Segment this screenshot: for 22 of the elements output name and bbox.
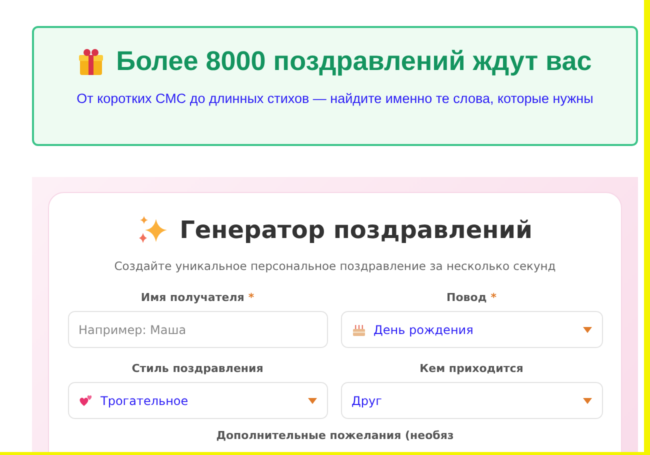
field-label: Кем приходится (420, 362, 524, 375)
cake-icon (352, 322, 366, 336)
required-mark: * (248, 291, 254, 304)
select-field[interactable]: День рождения (340, 311, 602, 348)
caret-icon (308, 398, 316, 404)
field-label: Стиль поздравления (132, 362, 264, 375)
banner-subtitle: От коротких СМС до длинных стихов — найдите именно те слова, которые нужны (76, 91, 594, 106)
gift-icon (78, 48, 104, 76)
field-label: Имя получателя (140, 291, 244, 304)
sparkles-icon (138, 215, 168, 245)
select-field[interactable]: Трогательное (68, 382, 328, 419)
generator-subtitle: Создайте уникальное персональное поздравление за несколько секунд (114, 259, 556, 273)
caret-icon (582, 398, 592, 404)
caret-icon (582, 326, 592, 332)
field-label: Дополнительные пожелания (необяз (216, 429, 454, 442)
banner-title: Более 8000 поздравлений ждут вас (116, 46, 592, 77)
required-mark: * (490, 291, 496, 304)
input-field[interactable]: Например: Маша (68, 311, 328, 348)
field-label: Повод (446, 291, 487, 304)
generator-title: Генератор поздравлений (180, 216, 532, 244)
select-field[interactable]: Друг (340, 382, 602, 419)
hearts-icon (78, 394, 92, 407)
